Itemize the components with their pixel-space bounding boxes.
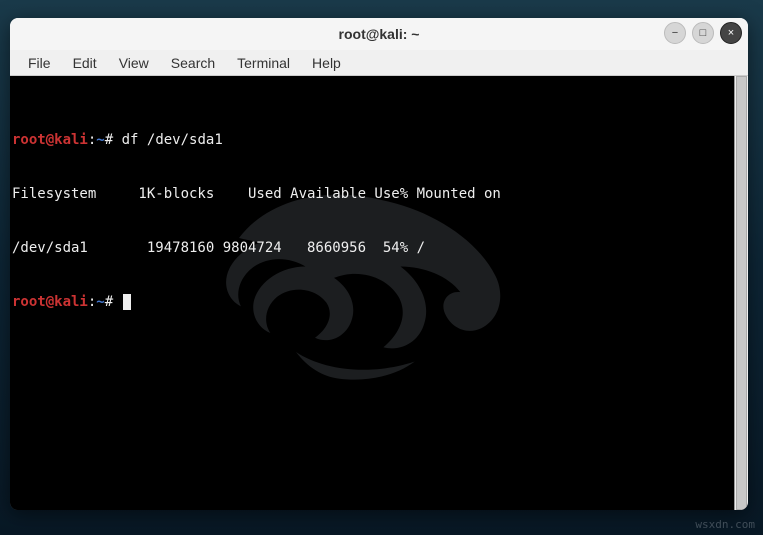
close-button[interactable]: × (720, 22, 742, 44)
prompt-user: root@kali (12, 132, 88, 148)
terminal-line-prompt-2: root@kali:~# (12, 293, 732, 311)
prompt-user: root@kali (12, 294, 88, 310)
scrollbar-thumb[interactable] (736, 76, 747, 510)
menubar: File Edit View Search Terminal Help (10, 50, 748, 76)
menu-search[interactable]: Search (161, 52, 225, 74)
maximize-button[interactable]: □ (692, 22, 714, 44)
watermark: wsxdn.com (695, 518, 755, 531)
terminal-area: root@kali:~# df /dev/sda1 Filesystem 1K-… (10, 76, 748, 510)
prompt-mark: # (105, 294, 113, 310)
menu-terminal[interactable]: Terminal (227, 52, 300, 74)
menu-edit[interactable]: Edit (63, 52, 107, 74)
minimize-button[interactable]: − (664, 22, 686, 44)
scrollbar[interactable] (734, 76, 748, 510)
terminal-output-row: /dev/sda1 19478160 9804724 8660956 54% / (12, 239, 732, 257)
terminal-line-prompt-1: root@kali:~# df /dev/sda1 (12, 131, 732, 149)
prompt-path: ~ (96, 294, 104, 310)
command-text: df /dev/sda1 (113, 132, 223, 148)
cursor (123, 294, 131, 310)
terminal-output-header: Filesystem 1K-blocks Used Available Use%… (12, 185, 732, 203)
maximize-icon: □ (700, 27, 707, 39)
window-title: root@kali: ~ (339, 26, 420, 42)
menu-view[interactable]: View (109, 52, 159, 74)
terminal[interactable]: root@kali:~# df /dev/sda1 Filesystem 1K-… (10, 76, 734, 510)
menu-file[interactable]: File (18, 52, 61, 74)
prompt-path: ~ (96, 132, 104, 148)
window-controls: − □ × (664, 22, 742, 44)
menu-help[interactable]: Help (302, 52, 351, 74)
titlebar[interactable]: root@kali: ~ − □ × (10, 18, 748, 50)
terminal-window: root@kali: ~ − □ × File Edit View Search… (10, 18, 748, 510)
prompt-mark: # (105, 132, 113, 148)
kali-dragon-icon (182, 126, 562, 426)
minimize-icon: − (672, 27, 678, 39)
close-icon: × (728, 27, 734, 39)
